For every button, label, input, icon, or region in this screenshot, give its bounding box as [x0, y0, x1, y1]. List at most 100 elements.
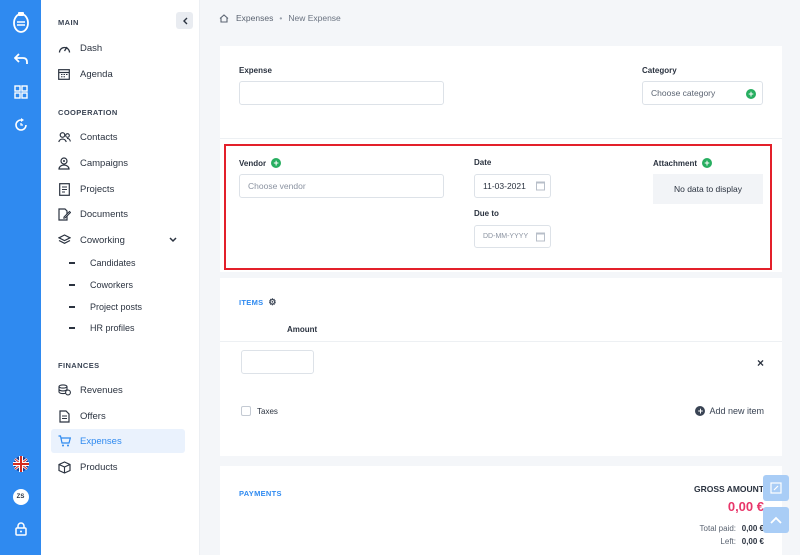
avatar[interactable]: ZS — [0, 488, 41, 506]
section-label-finances: FINANCES — [58, 361, 100, 370]
dash-marker — [69, 327, 75, 329]
back-arrow-icon[interactable] — [0, 50, 41, 68]
sidebar-item-label: Expenses — [80, 435, 122, 447]
sidebar-subitem-hr-profiles[interactable]: HR profiles — [69, 319, 135, 337]
divider — [220, 341, 782, 342]
add-new-item-label: Add new item — [709, 406, 764, 416]
amount-input[interactable] — [241, 350, 314, 374]
sidebar-item-offers[interactable]: Offers — [51, 404, 185, 428]
apps-grid-icon[interactable] — [0, 83, 41, 101]
breadcrumb-current: New Expense — [288, 13, 341, 23]
left-label: Left: — [720, 537, 736, 546]
sidebar-item-label: Campaigns — [80, 157, 129, 169]
items-card: ITEMS ⚙ Amount × Taxes + Add new item — [220, 278, 782, 456]
section-label-cooperation: COOPERATION — [58, 108, 118, 117]
offer-document-icon — [57, 409, 71, 423]
avatar-initials: ZS — [12, 489, 29, 505]
category-label: Category — [642, 66, 677, 75]
chevron-up-icon — [770, 516, 782, 524]
box-icon — [57, 460, 71, 474]
sidebar-item-dash[interactable]: Dash — [51, 36, 185, 60]
edit-icon — [770, 482, 782, 494]
breadcrumb: Expenses • New Expense — [219, 13, 341, 23]
amount-header: Amount — [287, 325, 318, 334]
sidebar-item-expenses[interactable]: Expenses — [51, 429, 185, 453]
sidebar-item-label: Documents — [80, 208, 129, 220]
section-label-main: MAIN — [58, 18, 79, 27]
cart-icon — [57, 434, 71, 448]
highlight-box — [224, 144, 772, 270]
left-value: 0,00 € — [741, 537, 764, 546]
sidebar-subitem-coworkers[interactable]: Coworkers — [69, 276, 133, 294]
sidebar-item-label: Dash — [80, 42, 103, 54]
sidebar-item-documents[interactable]: Documents — [51, 202, 185, 226]
refresh-icon[interactable] — [0, 116, 41, 134]
sidebar: MAIN Dash Agenda COOPERATION Contacts Ca… — [41, 0, 200, 555]
gear-icon[interactable]: ⚙ — [268, 297, 276, 308]
calendar-icon — [57, 67, 71, 81]
taxes-label: Taxes — [257, 407, 278, 416]
edit-float-button[interactable] — [763, 475, 789, 501]
add-new-item-button[interactable]: + Add new item — [695, 406, 764, 416]
icon-rail: ZS — [0, 0, 41, 555]
sidebar-item-contacts[interactable]: Contacts — [51, 125, 185, 149]
divider — [220, 138, 782, 139]
sidebar-item-label: Coworking — [80, 234, 125, 246]
sidebar-item-campaigns[interactable]: Campaigns — [51, 151, 185, 175]
payments-title: PAYMENTS — [239, 489, 282, 498]
sidebar-item-label: Projects — [80, 183, 115, 195]
plus-circle-icon: + — [695, 406, 706, 416]
add-category-icon[interactable]: + — [746, 89, 756, 99]
items-title-text: ITEMS — [239, 298, 264, 307]
category-placeholder: Choose category — [651, 88, 716, 98]
sidebar-item-projects[interactable]: Projects — [51, 177, 185, 201]
sidebar-subitem-project-posts[interactable]: Project posts — [69, 298, 142, 316]
sidebar-subitem-label: Candidates — [90, 258, 136, 268]
home-icon[interactable] — [219, 13, 229, 23]
total-paid-label: Total paid: — [699, 524, 736, 533]
breadcrumb-expenses-link[interactable]: Expenses — [236, 13, 273, 23]
total-paid-value: 0,00 € — [741, 524, 764, 533]
payments-card: PAYMENTS GROSS AMOUNT 0,00 € Total paid:… — [220, 466, 782, 555]
uk-flag-icon[interactable] — [0, 455, 41, 473]
contacts-icon — [57, 130, 71, 144]
gross-amount-value: 0,00 € — [727, 499, 764, 514]
sidebar-item-label: Offers — [80, 410, 106, 422]
campaigns-icon — [57, 156, 71, 170]
chevron-left-icon — [182, 17, 187, 24]
sidebar-item-revenues[interactable]: Revenues — [51, 378, 185, 402]
projects-icon — [57, 182, 71, 196]
sidebar-item-label: Revenues — [80, 384, 123, 396]
expense-input[interactable] — [239, 81, 444, 105]
sidebar-subitem-label: HR profiles — [90, 323, 135, 333]
sidebar-subitem-label: Project posts — [90, 302, 143, 312]
sidebar-item-label: Contacts — [80, 131, 118, 143]
remove-item-icon[interactable]: × — [757, 356, 764, 370]
dash-marker — [69, 284, 75, 286]
documents-icon — [57, 207, 71, 221]
sidebar-item-products[interactable]: Products — [51, 455, 185, 479]
gross-amount-label: GROSS AMOUNT — [693, 484, 764, 494]
dash-marker — [69, 306, 75, 308]
taxes-checkbox[interactable] — [241, 406, 251, 416]
sidebar-subitem-candidates[interactable]: Candidates — [69, 254, 136, 272]
chevron-down-icon — [169, 237, 177, 243]
main-content: Expenses • New Expense Expense Category … — [200, 0, 800, 555]
layers-icon — [57, 233, 71, 247]
sidebar-item-label: Products — [80, 461, 118, 473]
sidebar-subitem-label: Coworkers — [90, 280, 134, 290]
speedometer-icon — [57, 41, 71, 55]
breadcrumb-separator: • — [279, 13, 283, 23]
lock-icon[interactable] — [0, 520, 41, 538]
collapse-sidebar-button[interactable] — [176, 12, 193, 29]
logo-icon[interactable] — [0, 8, 41, 36]
category-select[interactable]: Choose category + — [642, 81, 763, 105]
sidebar-item-label: Agenda — [80, 68, 113, 80]
sidebar-item-coworking[interactable]: Coworking — [51, 228, 185, 252]
scroll-top-button[interactable] — [763, 507, 789, 533]
expense-label: Expense — [239, 66, 272, 75]
coins-icon — [57, 383, 71, 397]
dash-marker — [69, 262, 75, 264]
items-title: ITEMS ⚙ — [239, 297, 277, 308]
sidebar-item-agenda[interactable]: Agenda — [51, 62, 185, 86]
